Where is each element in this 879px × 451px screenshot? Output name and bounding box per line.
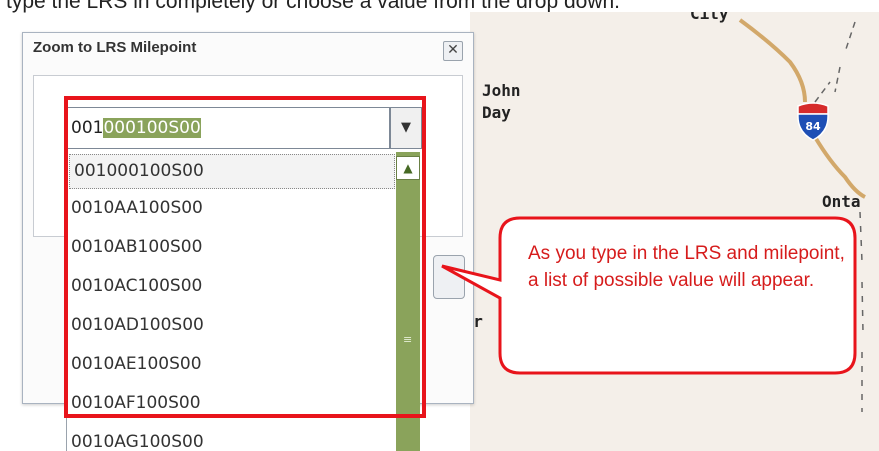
dialog-title: Zoom to LRS Milepoint [33, 39, 197, 56]
callout-text: As you type in the LRS and milepoint, a … [528, 243, 845, 291]
list-item[interactable]: 0010AG100S00 [67, 423, 397, 451]
map-label-city: City [690, 12, 729, 23]
shield-number: 84 [805, 120, 821, 133]
callout-bubble [441, 216, 857, 375]
close-icon[interactable]: ✕ [443, 41, 463, 61]
map-label-john-day: John Day [482, 81, 521, 122]
interstate-shield-icon: 84 [796, 100, 830, 142]
highlight-box [64, 96, 426, 418]
